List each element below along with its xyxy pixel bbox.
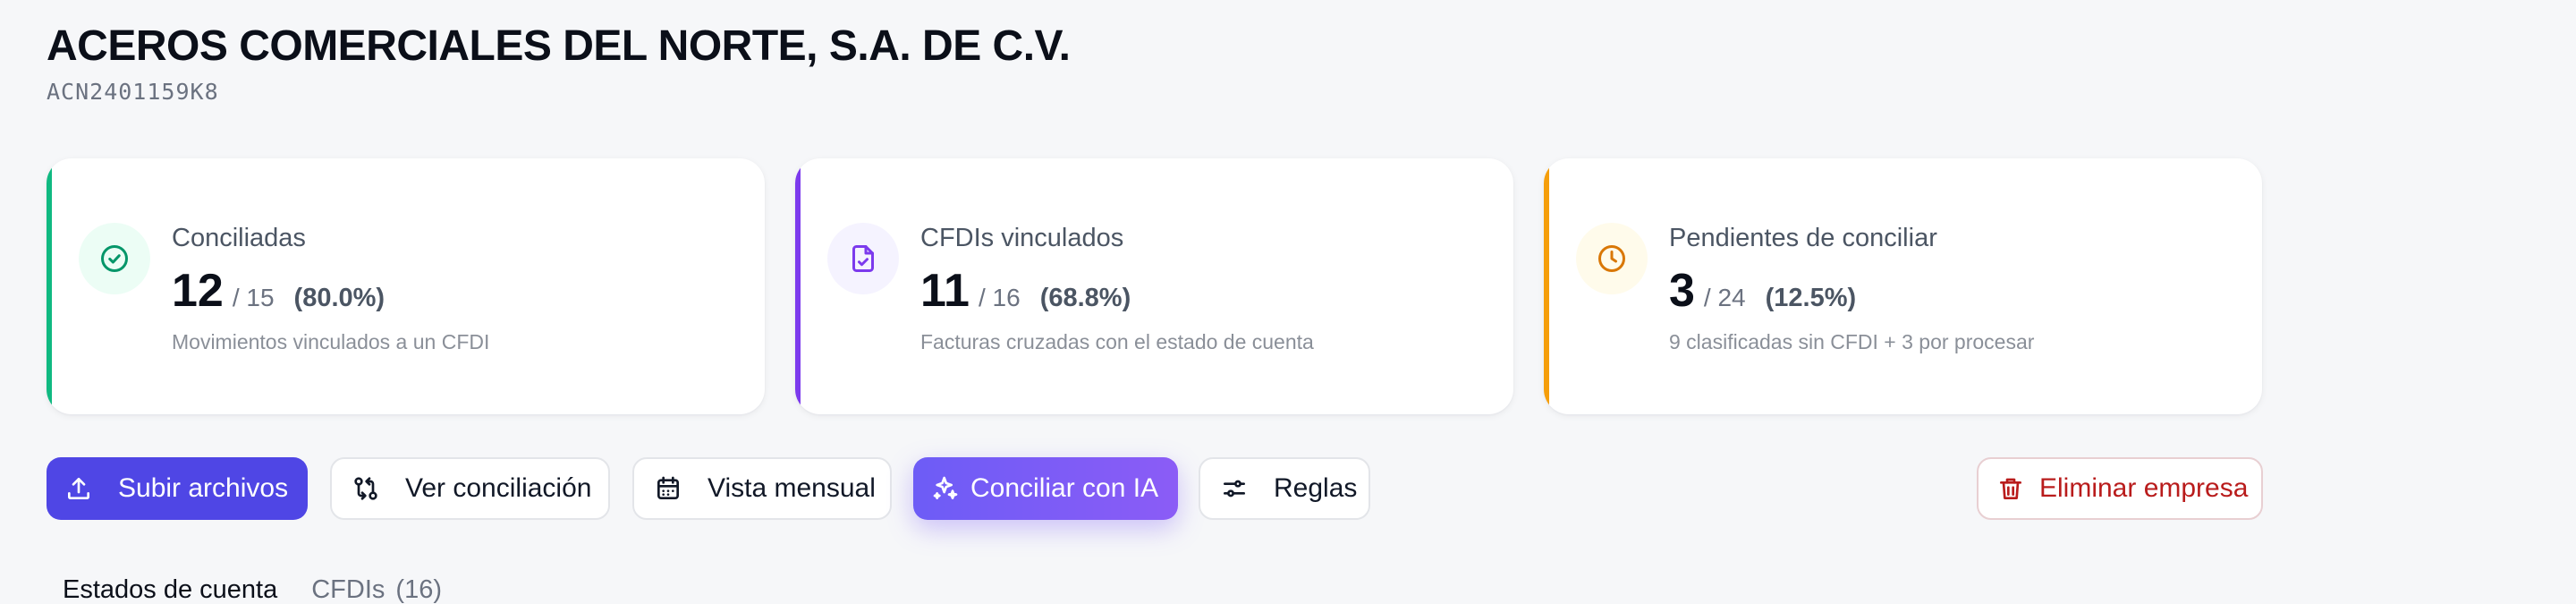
stat-card-conciliadas: Conciliadas 12 / 15 (80.0%) Movimientos … bbox=[47, 158, 765, 414]
card-accent bbox=[47, 158, 52, 414]
content-tabs: Estados de cuenta CFDIs (16) bbox=[63, 574, 442, 604]
sliders-icon bbox=[1220, 474, 1249, 503]
upload-icon bbox=[64, 474, 93, 503]
tab-estados-de-cuenta[interactable]: Estados de cuenta bbox=[63, 574, 277, 604]
card-description: Facturas cruzadas con el estado de cuent… bbox=[920, 330, 1314, 353]
card-total: / 16 bbox=[978, 284, 1021, 311]
company-name: ACEROS COMERCIALES DEL NORTE, S.A. DE C.… bbox=[47, 22, 1071, 70]
tab-cfdis[interactable]: CFDIs (16) bbox=[311, 574, 442, 604]
check-circle-icon bbox=[79, 223, 150, 294]
upload-files-button[interactable]: Subir archivos bbox=[47, 457, 308, 520]
view-reconciliation-label: Ver conciliación bbox=[405, 473, 592, 503]
card-value: 11 bbox=[920, 265, 970, 317]
calendar-icon bbox=[654, 474, 682, 503]
card-value: 12 bbox=[172, 265, 224, 317]
stat-card-pendientes: Pendientes de conciliar 3 / 24 (12.5%) 9… bbox=[1544, 158, 2262, 414]
tab-label: CFDIs bbox=[311, 575, 386, 604]
monthly-view-label: Vista mensual bbox=[708, 473, 876, 503]
delete-company-button[interactable]: Eliminar empresa bbox=[1977, 457, 2263, 520]
sparkles-icon bbox=[931, 474, 960, 503]
monthly-view-button[interactable]: Vista mensual bbox=[632, 457, 892, 520]
card-accent bbox=[795, 158, 801, 414]
card-label: Pendientes de conciliar bbox=[1669, 224, 1937, 252]
action-toolbar: Subir archivos Ver conciliación Vista me bbox=[47, 457, 2576, 522]
card-description: 9 clasificadas sin CFDI + 3 por procesar bbox=[1669, 330, 2035, 353]
upload-files-label: Subir archivos bbox=[118, 473, 289, 503]
card-percent: (12.5%) bbox=[1765, 284, 1857, 312]
stats-cards: Conciliadas 12 / 15 (80.0%) Movimientos … bbox=[47, 158, 2262, 414]
clock-icon bbox=[1576, 223, 1648, 294]
company-rfc: ACN2401159K8 bbox=[47, 79, 219, 105]
card-percent: (80.0%) bbox=[293, 284, 386, 312]
trash-icon bbox=[1996, 474, 2025, 503]
delete-company-label: Eliminar empresa bbox=[2039, 473, 2249, 503]
card-label: CFDIs vinculados bbox=[920, 224, 1124, 252]
card-percent: (68.8%) bbox=[1039, 284, 1131, 312]
card-total: / 24 bbox=[1703, 284, 1746, 311]
tab-label: Estados de cuenta bbox=[63, 575, 278, 604]
rules-label: Reglas bbox=[1274, 473, 1358, 503]
card-value: 3 bbox=[1669, 265, 1695, 317]
view-reconciliation-button[interactable]: Ver conciliación bbox=[330, 457, 610, 520]
ai-reconcile-label: Conciliar con IA bbox=[970, 473, 1159, 503]
card-accent bbox=[1544, 158, 1549, 414]
ai-reconcile-button[interactable]: Conciliar con IA bbox=[913, 457, 1178, 520]
git-compare-icon bbox=[352, 474, 380, 503]
card-label: Conciliadas bbox=[172, 224, 306, 252]
page-header: ACEROS COMERCIALES DEL NORTE, S.A. DE C.… bbox=[47, 21, 1071, 105]
rules-button[interactable]: Reglas bbox=[1199, 457, 1370, 520]
card-description: Movimientos vinculados a un CFDI bbox=[172, 330, 490, 353]
stat-card-cfdis-vinculados: CFDIs vinculados 11 / 16 (68.8%) Factura… bbox=[795, 158, 1513, 414]
file-check-icon bbox=[827, 223, 899, 294]
tab-count: (16) bbox=[395, 575, 442, 604]
card-total: / 15 bbox=[232, 284, 275, 311]
